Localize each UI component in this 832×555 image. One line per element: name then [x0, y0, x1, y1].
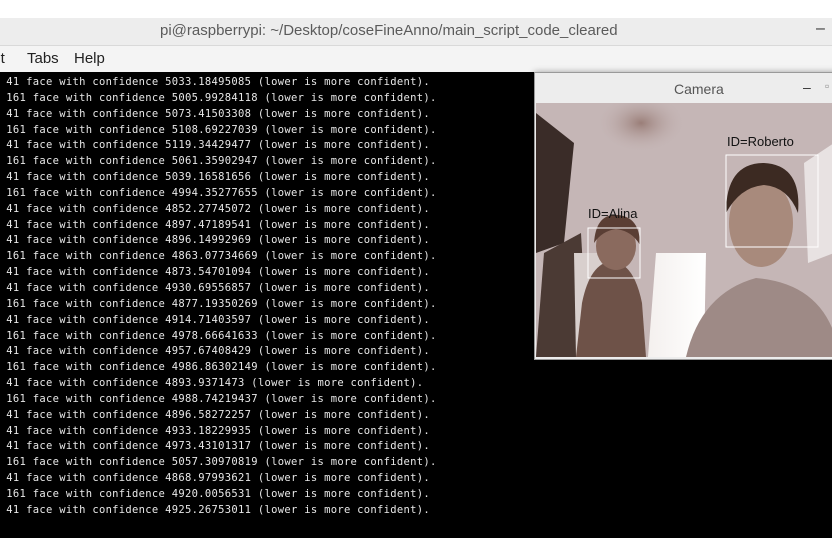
terminal-line: d 41 face with confidence 4873.54701094 … [0, 266, 431, 279]
terminal-line: d 41 face with confidence 4868.97993621 … [0, 472, 431, 485]
terminal-lines: d 41 face with confidence 5033.18495085 … [0, 75, 437, 519]
terminal-line: d 41 face with confidence 4914.71403597 … [0, 313, 431, 326]
terminal-line: d 161 face with confidence 4877.19350269… [0, 297, 437, 310]
terminal-line: d 41 face with confidence 5119.34429477 … [0, 139, 431, 152]
camera-feed: ID=Alina ID=Roberto [536, 103, 832, 357]
terminal-line: d 161 face with confidence 5005.99284118… [0, 91, 437, 104]
terminal-line: d 41 face with confidence 4852.27745072 … [0, 202, 431, 215]
terminal-line: d 41 face with confidence 4957.67408429 … [0, 345, 431, 358]
camera-title: Camera [674, 81, 724, 97]
terminal-menubar: lit Tabs Help [0, 46, 832, 72]
terminal-titlebar[interactable]: pi@raspberrypi: ~/Desktop/coseFineAnno/m… [0, 18, 832, 46]
menu-tabs[interactable]: Tabs [27, 50, 59, 67]
terminal-line: d 161 face with confidence 5057.30970819… [0, 456, 437, 469]
label-alina: ID=Alina [588, 206, 638, 221]
page-top-strip [0, 0, 832, 18]
terminal-line: d 41 face with confidence 4896.14992969 … [0, 234, 431, 247]
camera-frame: ID=Alina ID=Roberto [536, 103, 832, 357]
terminal-line: d 41 face with confidence 4896.58272257 … [0, 408, 431, 421]
camera-titlebar[interactable]: Camera – ▫ [535, 73, 832, 103]
minimize-button[interactable]: – [816, 20, 825, 38]
terminal-line: d 41 face with confidence 4897.47189541 … [0, 218, 431, 231]
page-bottom-strip [0, 538, 832, 555]
terminal-line: d 161 face with confidence 5061.35902947… [0, 155, 437, 168]
terminal-line: d 161 face with confidence 4978.66641633… [0, 329, 437, 342]
camera-window[interactable]: Camera – ▫ ID=Alina ID=Roberto [534, 72, 832, 360]
label-roberto: ID=Roberto [727, 134, 794, 149]
terminal-line: d 41 face with confidence 5033.18495085 … [0, 76, 431, 88]
terminal-line: d 41 face with confidence 4893.9371473 (… [0, 377, 424, 390]
terminal-line: d 161 face with confidence 4988.74219437… [0, 392, 437, 405]
menu-edit[interactable]: lit [0, 50, 5, 67]
terminal-line: d 41 face with confidence 4930.69556857 … [0, 281, 431, 294]
camera-minimize-button[interactable]: – [803, 79, 811, 95]
camera-maximize-button[interactable]: ▫ [825, 79, 829, 93]
terminal-title: pi@raspberrypi: ~/Desktop/coseFineAnno/m… [160, 22, 618, 39]
terminal-line: d 41 face with confidence 5039.16581656 … [0, 171, 431, 184]
terminal-line: d 41 face with confidence 5073.41503308 … [0, 107, 431, 120]
terminal-line: d 161 face with confidence 4986.86302149… [0, 361, 437, 374]
terminal-line: d 161 face with confidence 4920.0056531 … [0, 487, 431, 500]
menu-help[interactable]: Help [74, 50, 105, 67]
terminal-line: d 41 face with confidence 4973.43101317 … [0, 440, 431, 453]
terminal-line: d 161 face with confidence 4863.07734669… [0, 250, 437, 263]
terminal-line: d 41 face with confidence 4933.18229935 … [0, 424, 431, 437]
terminal-line: d 41 face with confidence 4925.26753011 … [0, 503, 431, 516]
terminal-line: d 161 face with confidence 5108.69227039… [0, 123, 437, 136]
terminal-line: d 161 face with confidence 4994.35277655… [0, 186, 437, 199]
